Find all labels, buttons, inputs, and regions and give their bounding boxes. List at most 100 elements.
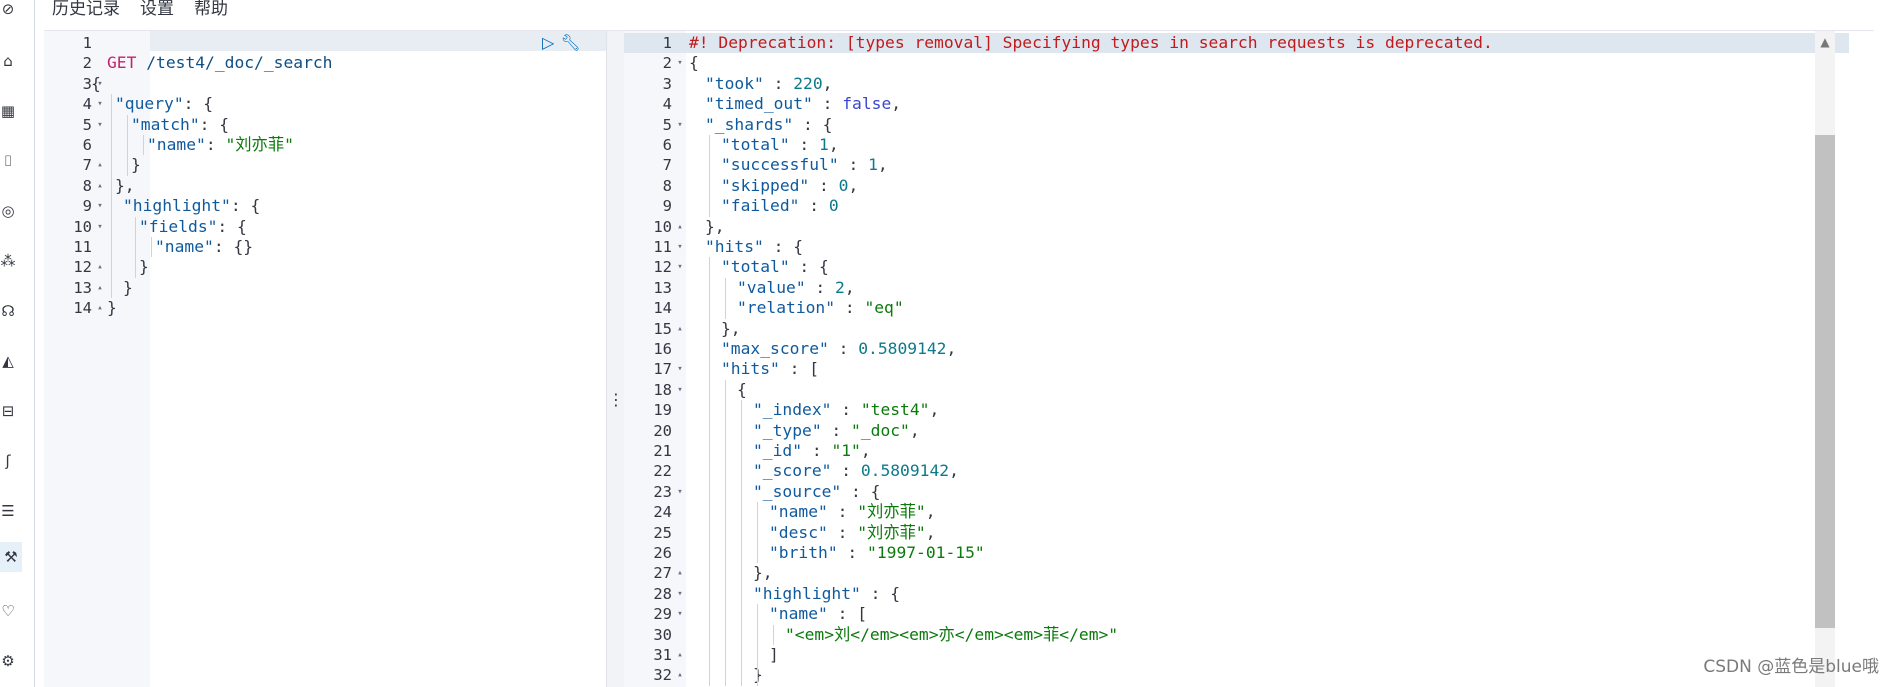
code-text: "hits" : {	[705, 237, 804, 256]
response-line: 20 "_type" : "_doc",	[624, 421, 1849, 441]
fold-toggle-icon[interactable]: ▾	[674, 380, 686, 400]
fold-toggle-icon[interactable]: ▴	[94, 257, 106, 277]
graph-icon[interactable]: ☊	[0, 302, 16, 320]
fold-toggle-icon[interactable]: ▾	[94, 196, 106, 216]
stack-monitoring-icon[interactable]: ♡	[0, 602, 16, 620]
response-line: 7 "successful" : 1,	[624, 155, 1849, 175]
indent-guide	[143, 135, 144, 156]
fold-toggle-icon[interactable]: ▴	[674, 217, 686, 237]
fold-toggle-icon[interactable]: ▴	[674, 665, 686, 685]
request-line[interactable]: 10 ▾ "fields": {	[44, 217, 606, 237]
indent-guide	[135, 216, 136, 278]
request-editor[interactable]: 1 2 GET /test4/_doc/_search 3 ▾{4 ▾ "query": {…	[44, 31, 606, 687]
code-text: },	[705, 216, 725, 236]
code-text: "value" : 2,	[737, 277, 855, 297]
request-line[interactable]: 12 ▴}	[44, 257, 606, 277]
fold-toggle-icon[interactable]: ▴	[94, 176, 106, 196]
line-number: 29	[653, 605, 672, 624]
menu-settings[interactable]: 设置	[140, 0, 174, 26]
line-number: 4	[662, 95, 672, 114]
discover-icon[interactable]: ▦	[0, 102, 16, 120]
line-number: 2	[662, 54, 672, 73]
fold-toggle-icon[interactable]: ▴	[94, 155, 106, 175]
request-line[interactable]: 8 ▴},	[44, 176, 606, 196]
indent-guide	[127, 114, 128, 176]
pane-splitter[interactable]: ⋮	[606, 31, 626, 687]
request-line[interactable]: 7 ▴}	[44, 155, 606, 175]
line-number: 1	[82, 34, 92, 52]
fold-toggle-icon[interactable]: ▾	[674, 482, 686, 502]
splitter-handle[interactable]: ⋮	[607, 393, 625, 409]
ml-icon[interactable]: ⁂	[0, 252, 16, 270]
play-icon[interactable]: ▷	[542, 34, 554, 52]
siem-icon[interactable]: ⊟	[0, 402, 16, 420]
fold-toggle-icon[interactable]: ▾	[674, 115, 686, 135]
fold-toggle-icon[interactable]: ▴	[94, 278, 106, 298]
line-number: 6	[662, 136, 672, 154]
request-line[interactable]: 4 ▾ "query": {	[44, 94, 606, 114]
dev-tools-icon[interactable]: ⚒	[0, 542, 22, 572]
request-line[interactable]: 14 ▴}	[44, 298, 606, 318]
fold-toggle-icon[interactable]: ▾	[674, 584, 686, 604]
dashboard-icon[interactable]: ⌂	[0, 52, 16, 70]
fold-toggle-icon[interactable]: ▾	[674, 237, 686, 257]
fold-toggle-icon[interactable]: ▴	[674, 319, 686, 339]
menu-history[interactable]: 历史记录	[52, 0, 120, 26]
canvas-icon[interactable]: ⌷	[0, 152, 16, 170]
line-number: 8	[82, 176, 92, 195]
request-actions: ▷ 🔧︎	[542, 34, 581, 52]
line-number: 15	[653, 319, 672, 338]
code-text: "name" : "刘亦菲",	[769, 502, 936, 522]
scroll-up-icon[interactable]: ▲	[1815, 35, 1835, 49]
request-line[interactable]: 11 "name": {}	[44, 237, 606, 257]
compass-icon[interactable]: ⊘	[0, 0, 16, 18]
request-line[interactable]: 2 GET /test4/_doc/_search	[44, 53, 606, 73]
request-line[interactable]: 6 "name": "刘亦菲"	[44, 135, 606, 155]
line-number: 14	[73, 299, 92, 318]
response-scrollbar[interactable]: ▲	[1815, 31, 1835, 687]
line-number: 32	[653, 666, 672, 685]
observability-icon[interactable]: ◭	[0, 352, 16, 370]
uptime-icon[interactable]: ☰	[0, 502, 16, 520]
wrench-icon[interactable]: 🔧︎	[560, 34, 580, 52]
menu-help[interactable]: 帮助	[194, 0, 228, 26]
line-number: 1	[662, 34, 672, 52]
request-line[interactable]: 9 ▾ "highlight": {	[44, 196, 606, 216]
scrollbar-thumb[interactable]	[1815, 135, 1835, 628]
fold-toggle-icon[interactable]: ▾	[94, 115, 106, 135]
response-line: 14 "relation" : "eq"	[624, 298, 1849, 318]
request-line[interactable]: 13 ▴}	[44, 278, 606, 298]
response-line: 31 ▴]	[624, 645, 1849, 665]
maps-icon[interactable]: ◎	[0, 202, 16, 220]
code-text: },	[753, 563, 773, 583]
line-number: 4	[82, 95, 92, 114]
line-number: 16	[653, 340, 672, 358]
fold-toggle-icon[interactable]: ▾	[674, 604, 686, 624]
fold-toggle-icon[interactable]: ▴	[94, 298, 106, 318]
line-number: 14	[653, 299, 672, 318]
fold-toggle-icon[interactable]: ▾	[94, 217, 106, 237]
code-text: "took" : 220,	[705, 73, 833, 93]
fold-toggle-icon[interactable]: ▾	[674, 257, 686, 277]
fold-toggle-icon[interactable]: ▾	[674, 359, 686, 379]
response-line: 27 ▴},	[624, 563, 1849, 583]
fold-toggle-icon[interactable]: ▾	[674, 53, 686, 73]
code-text: }	[123, 277, 133, 297]
stack-management-icon[interactable]: ⚙	[0, 652, 16, 670]
line-number: 18	[653, 380, 672, 399]
fold-toggle-icon[interactable]: ▾	[94, 94, 106, 114]
fold-toggle-icon[interactable]: ▴	[674, 563, 686, 583]
line-number: 28	[653, 584, 672, 603]
indent-guide	[111, 94, 112, 299]
line-number: 31	[653, 646, 672, 664]
indent-guide	[151, 237, 152, 258]
request-line[interactable]: 5 ▾ "match": {	[44, 115, 606, 135]
code-text: "brith" : "1997-01-15"	[769, 543, 985, 562]
fold-toggle-icon[interactable]: ▴	[674, 645, 686, 665]
apm-icon[interactable]: ʃ	[0, 452, 16, 470]
request-line[interactable]: 1	[44, 33, 606, 53]
line-number: 9	[662, 197, 672, 216]
watermark: CSDN @蓝色是blue哦	[1703, 657, 1879, 677]
code-text: "name": "刘亦菲"	[147, 135, 294, 154]
request-line[interactable]: 3 ▾{	[44, 74, 606, 94]
